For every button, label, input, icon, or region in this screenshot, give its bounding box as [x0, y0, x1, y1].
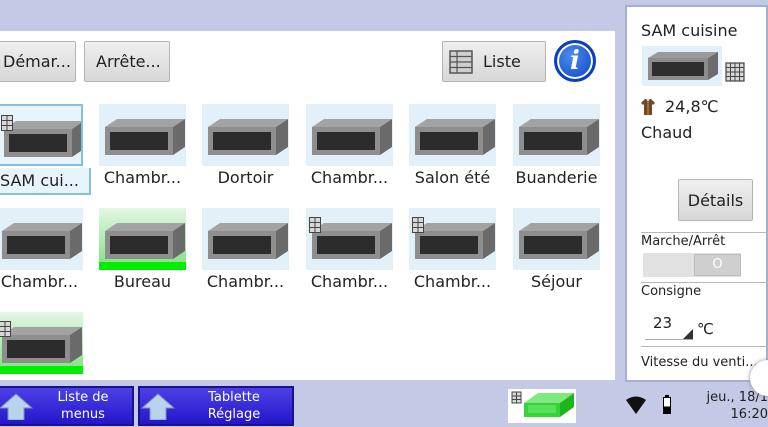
power-toggle[interactable]: O	[643, 253, 741, 277]
unit-details-panel: SAM cuisine 24,8℃ Chaud Détails Marche/A…	[625, 5, 768, 382]
air-conditioner-icon	[519, 223, 599, 259]
list-view-button[interactable]: Liste	[442, 41, 546, 82]
list-view-label: Liste	[483, 52, 521, 71]
divider	[641, 282, 767, 283]
power-label: Marche/Arrêt	[641, 234, 726, 249]
unit-thumbnail	[306, 104, 393, 166]
stop-button-label: Arrête...	[96, 52, 161, 71]
status-clock: jeu., 18/1 16:20	[692, 389, 768, 423]
air-conditioner-icon	[208, 119, 288, 155]
unit-label: Chambr...	[310, 272, 389, 291]
power-toggle-knob: O	[694, 254, 741, 276]
menu-list-label-1: Liste de	[57, 390, 109, 405]
unit-label: SAM cui...	[0, 168, 91, 195]
setpoint-value: 23	[653, 314, 673, 332]
details-button[interactable]: Détails	[678, 179, 753, 221]
air-conditioner-icon	[519, 119, 599, 155]
unit-thumbnail	[513, 104, 600, 166]
unit-label: Chambr...	[206, 272, 285, 291]
tablet-settings-button[interactable]: Tablette Réglage	[138, 386, 294, 426]
setpoint-unit: ℃	[697, 320, 714, 338]
room-temperature: 24,8℃	[641, 97, 719, 116]
setpoint-underline	[645, 339, 693, 340]
divider	[641, 232, 767, 233]
unit-thumbnail	[99, 104, 186, 166]
unit-label: Chambr...	[413, 272, 492, 291]
unit-label: Chambr...	[0, 272, 79, 291]
schedule-grid-icon	[309, 217, 321, 233]
wifi-icon	[626, 396, 646, 414]
tablet-settings-label-1: Tablette	[208, 390, 260, 405]
unit-label: Dortoir	[217, 168, 274, 187]
schedule-grid-icon	[0, 321, 11, 337]
selected-unit-name: SAM cuisine	[641, 21, 738, 40]
unit-thumbnail	[409, 104, 496, 166]
unit-thumbnail	[0, 208, 83, 270]
unit-thumbnail	[202, 208, 289, 270]
arrow-up-icon	[140, 393, 176, 420]
schedule-grid-icon	[412, 217, 424, 233]
air-conditioner-icon	[415, 119, 495, 155]
list-grid-icon	[449, 49, 473, 74]
unit-thumbnail	[202, 104, 289, 166]
setpoint-label: Consigne	[641, 284, 702, 299]
schedule-grid-icon	[1, 115, 13, 131]
operation-mode: Chaud	[641, 123, 693, 142]
info-icon[interactable]: i	[554, 40, 596, 82]
unit-thumbnail	[0, 104, 83, 166]
details-button-label: Détails	[687, 190, 744, 210]
unit-thumbnail	[513, 208, 600, 270]
menu-list-label-2: menus	[61, 407, 105, 422]
start-button[interactable]: Démar...	[0, 41, 76, 82]
divider	[641, 346, 767, 347]
temperature-value: 24,8℃	[665, 97, 719, 116]
air-conditioner-icon	[2, 223, 82, 259]
unit-label: Séjour	[531, 272, 582, 291]
shirt-icon	[641, 98, 655, 115]
air-conditioner-icon	[208, 223, 288, 259]
selected-unit-icon	[642, 46, 722, 86]
unit-thumbnail	[409, 208, 496, 270]
tablet-settings-label-2: Réglage	[207, 407, 261, 422]
unit-label: Bureau	[113, 272, 172, 291]
menu-list-button[interactable]: Liste de menus	[0, 386, 134, 426]
setpoint-select[interactable]: 23	[645, 312, 693, 340]
unit-grid-panel	[0, 31, 615, 380]
stop-button[interactable]: Arrête...	[84, 41, 170, 82]
unit-label: Salon été	[414, 168, 491, 187]
fan-speed-label: Vitesse du venti...	[641, 355, 758, 370]
unit-label: Chambr...	[103, 168, 182, 187]
status-unit-icon[interactable]	[508, 389, 576, 423]
schedule-grid-icon	[725, 62, 745, 82]
info-glyph: i	[570, 46, 580, 76]
air-conditioner-icon	[2, 327, 82, 363]
unit-label: Chambr...	[310, 168, 389, 187]
status-time: 16:20	[730, 407, 768, 422]
arrow-up-icon	[0, 393, 34, 420]
battery-icon	[663, 395, 671, 414]
start-button-label: Démar...	[3, 52, 71, 71]
unit-thumbnail	[0, 312, 83, 374]
air-conditioner-icon	[105, 223, 185, 259]
air-conditioner-icon	[105, 119, 185, 155]
unit-thumbnail	[306, 208, 393, 270]
air-conditioner-icon	[312, 119, 392, 155]
unit-thumbnail	[99, 208, 186, 270]
unit-label: Buanderie	[515, 168, 598, 187]
